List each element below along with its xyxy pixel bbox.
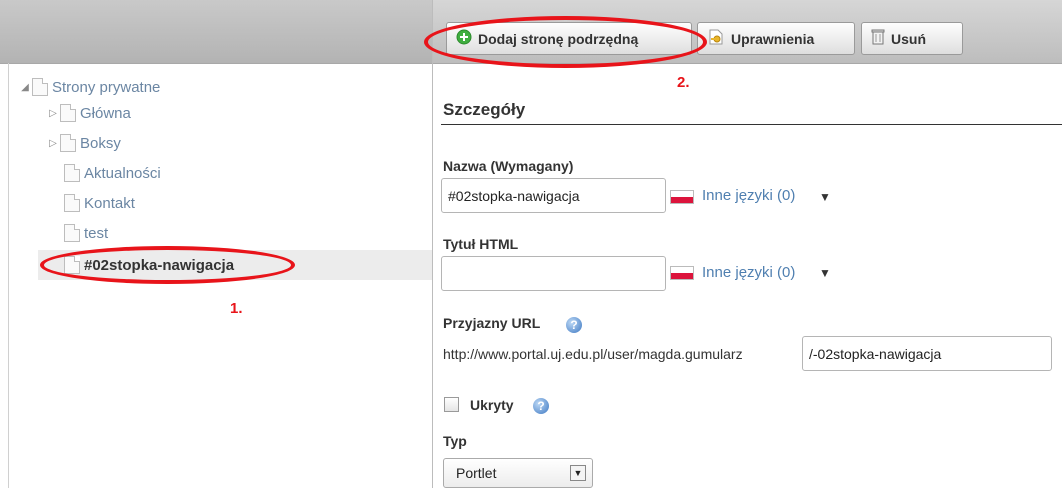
hidden-checkbox[interactable] xyxy=(444,397,459,412)
tree-item-label: test xyxy=(84,224,109,242)
annotation-number-1: 1. xyxy=(230,300,243,317)
help-icon[interactable]: ? xyxy=(566,317,582,333)
panel-divider xyxy=(432,0,433,488)
annotation-ellipse-1 xyxy=(40,246,295,284)
section-divider xyxy=(441,124,1062,125)
tree-item-kontakt[interactable]: Kontakt xyxy=(64,190,135,216)
help-icon[interactable]: ? xyxy=(533,398,549,414)
dropdown-triangle-icon[interactable]: ▼ xyxy=(819,190,831,204)
annotation-number-2: 2. xyxy=(677,74,690,91)
page-icon xyxy=(60,104,76,122)
left-edge-line xyxy=(8,63,9,488)
url-prefix: http://www.portal.uj.edu.pl/user/magda.g… xyxy=(443,346,743,362)
flag-pl-icon xyxy=(670,190,694,204)
tree-item-glowna[interactable]: ▷ Główna xyxy=(46,100,131,126)
chevron-down-icon: ▼ xyxy=(570,465,586,481)
type-select-value: Portlet xyxy=(456,465,497,481)
permissions-label: Uprawnienia xyxy=(731,30,815,47)
tree-item-label: Boksy xyxy=(80,134,121,152)
type-label: Typ xyxy=(443,433,467,449)
html-title-input[interactable] xyxy=(441,256,666,291)
dropdown-triangle-icon[interactable]: ▼ xyxy=(819,266,831,280)
tree-item-label: Główna xyxy=(80,104,131,122)
delete-button[interactable]: Usuń xyxy=(861,22,963,55)
tree-item-label: Kontakt xyxy=(84,194,135,212)
tree-item-boksy[interactable]: ▷ Boksy xyxy=(46,130,121,156)
tree-item-label: Aktualności xyxy=(84,164,161,182)
delete-label: Usuń xyxy=(891,30,926,47)
tree-root[interactable]: ◢ Strony prywatne xyxy=(18,74,160,100)
page-icon xyxy=(64,224,80,242)
trash-icon xyxy=(871,29,885,48)
page-icon xyxy=(64,194,80,212)
other-languages-link[interactable]: Inne języki (0) xyxy=(702,187,795,204)
type-select[interactable]: Portlet ▼ xyxy=(443,458,593,488)
flag-pl-icon xyxy=(670,266,694,280)
section-title: Szczegóły xyxy=(443,100,526,119)
expand-arrow-icon[interactable]: ▷ xyxy=(46,108,60,119)
permissions-button[interactable]: Uprawnienia xyxy=(697,22,855,55)
tree-root-label: Strony prywatne xyxy=(52,78,161,96)
annotation-ellipse-2 xyxy=(424,16,707,68)
friendly-url-input[interactable] xyxy=(802,336,1052,371)
friendly-url-label: Przyjazny URL xyxy=(443,315,541,331)
tree-item-aktualnosci[interactable]: Aktualności xyxy=(64,160,161,186)
tree-item-test[interactable]: test xyxy=(64,220,108,246)
left-toolbar-bar xyxy=(0,0,432,64)
collapse-arrow-icon[interactable]: ◢ xyxy=(18,82,32,93)
name-input[interactable] xyxy=(441,178,666,213)
expand-arrow-icon[interactable]: ▷ xyxy=(46,138,60,149)
key-icon xyxy=(707,28,725,49)
other-languages-link[interactable]: Inne języki (0) xyxy=(702,264,795,281)
page-icon xyxy=(64,164,80,182)
page-icon xyxy=(60,134,76,152)
html-title-label: Tytuł HTML xyxy=(443,236,519,252)
pages-root-icon xyxy=(32,78,48,96)
name-label: Nazwa (Wymagany) xyxy=(443,158,574,174)
hidden-label: Ukryty xyxy=(470,397,514,413)
